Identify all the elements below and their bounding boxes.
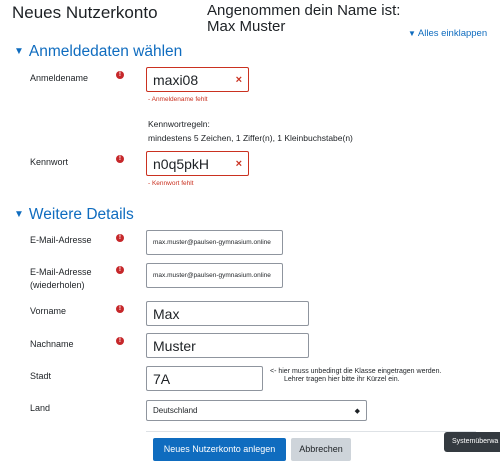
required-icon: ! xyxy=(116,234,124,242)
lastname-value: Muster xyxy=(153,337,196,354)
email-repeat-label-line2: (wiederholen) xyxy=(30,280,85,290)
firstname-field[interactable]: Max xyxy=(146,301,309,326)
name-hint-line2: Max Muster xyxy=(207,18,286,35)
country-select[interactable]: Deutschland ◆ xyxy=(146,400,367,421)
email-repeat-field[interactable]: max.muster@paulsen-gymnasium.online xyxy=(146,263,283,288)
required-icon: ! xyxy=(116,266,124,274)
city-note: <- hier muss unbedingt die Klasse einget… xyxy=(270,368,478,384)
username-field[interactable]: maxi08 × xyxy=(146,67,249,92)
name-hint-line1: Angenommen dein Name ist: xyxy=(207,2,401,19)
city-field[interactable]: 7A xyxy=(146,366,263,391)
username-value: maxi08 xyxy=(153,71,199,88)
submit-button[interactable]: Neues Nutzerkonto anlegen xyxy=(153,438,286,461)
firstname-label: Vorname xyxy=(30,306,67,316)
email-repeat-label: E-Mail-Adresse (wiederholen) xyxy=(30,266,92,292)
required-icon: ! xyxy=(116,71,124,79)
city-note-line1: <- hier muss unbedingt die Klasse einget… xyxy=(270,368,442,375)
section-details-title: Weitere Details xyxy=(28,206,134,223)
required-icon: ! xyxy=(116,337,124,345)
firstname-value: Max xyxy=(153,305,180,322)
email-label: E-Mail-Adresse xyxy=(30,235,92,245)
required-icon: ! xyxy=(116,305,124,313)
system-monitor-button[interactable]: Systemüberwa xyxy=(444,432,500,452)
form-divider xyxy=(146,431,476,432)
caret-down-icon: ▼ xyxy=(408,29,416,38)
password-label: Kennwort xyxy=(30,157,69,167)
username-error: - Anmeldename fehlt xyxy=(148,96,208,103)
username-label: Anmeldename xyxy=(30,73,89,83)
city-label: Stadt xyxy=(30,371,52,381)
up-down-arrow-icon: ◆ xyxy=(354,407,360,415)
error-x-icon: × xyxy=(235,73,242,86)
email-repeat-label-line1: E-Mail-Adresse xyxy=(30,267,92,277)
password-field[interactable]: n0q5pkH × xyxy=(146,151,249,176)
email-value: max.muster@paulsen-gymnasium.online xyxy=(153,239,271,246)
required-icon: ! xyxy=(116,155,124,163)
collapse-all-label: Alles einklappen xyxy=(417,28,488,39)
cancel-button[interactable]: Abbrechen xyxy=(291,438,351,461)
password-error: - Kennwort fehlt xyxy=(148,180,194,187)
password-rules: Kennwortregeln: mindestens 5 Zeichen, 1 … xyxy=(148,117,353,145)
section-details-header[interactable]: ▼ Weitere Details xyxy=(14,206,134,224)
section-login-header[interactable]: ▼ Anmeldedaten wählen xyxy=(14,43,182,61)
caret-down-icon: ▼ xyxy=(14,46,24,57)
name-hint: Angenommen dein Name ist: Max Muster xyxy=(207,3,400,35)
city-value: 7A xyxy=(153,370,171,387)
password-rules-title: Kennwortregeln: xyxy=(148,119,210,129)
city-note-line2: Lehrer tragen hier bitte ihr Kürzel ein. xyxy=(284,376,400,383)
caret-down-icon: ▼ xyxy=(14,209,24,220)
country-value: Deutschland xyxy=(153,406,198,415)
collapse-all-link[interactable]: ▼ Alles einklappen xyxy=(408,28,487,39)
password-value: n0q5pkH xyxy=(153,155,210,172)
email-repeat-value: max.muster@paulsen-gymnasium.online xyxy=(153,272,271,279)
page-title: Neues Nutzerkonto xyxy=(12,3,158,22)
section-login-title: Anmeldedaten wählen xyxy=(28,43,183,60)
email-field[interactable]: max.muster@paulsen-gymnasium.online xyxy=(146,230,283,255)
error-x-icon: × xyxy=(235,157,242,170)
password-rules-text: mindestens 5 Zeichen, 1 Ziffer(n), 1 Kle… xyxy=(148,133,353,143)
lastname-field[interactable]: Muster xyxy=(146,333,309,358)
lastname-label: Nachname xyxy=(30,339,74,349)
country-label: Land xyxy=(30,403,51,413)
